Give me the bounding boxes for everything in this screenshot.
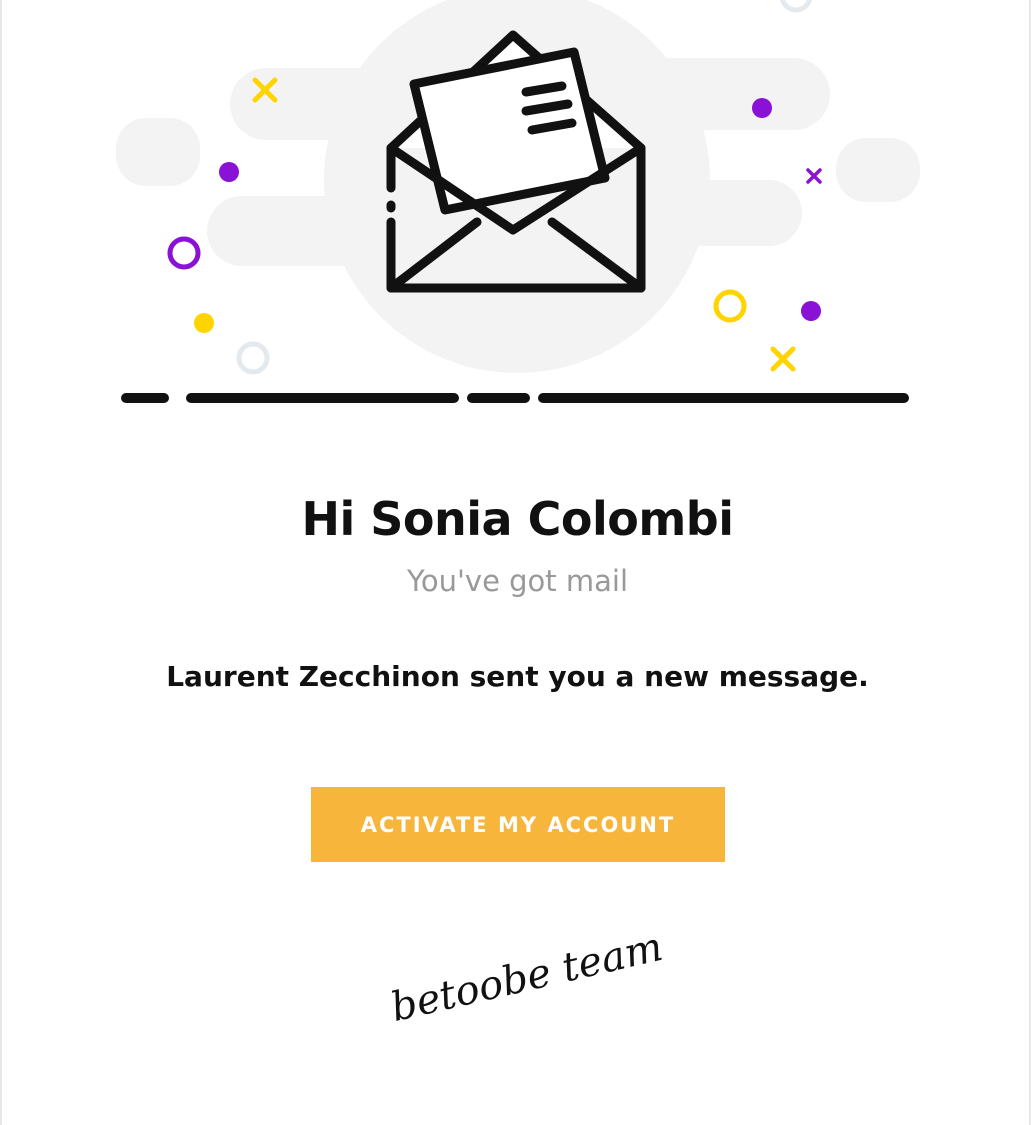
cross-icon (770, 346, 796, 372)
ring-icon (779, 0, 813, 13)
hero-illustration (2, 0, 1031, 420)
ring-icon (167, 236, 201, 270)
cross-icon (806, 168, 822, 184)
envelope-illustration (116, 0, 920, 403)
email-card: Hi Sonia Colombi You've got mail Laurent… (0, 0, 1031, 1125)
message-notice: Laurent Zecchinon sent you a new message… (166, 660, 869, 693)
subtitle: You've got mail (406, 564, 629, 598)
dot-icon (801, 301, 821, 321)
dot-icon (219, 162, 239, 182)
ring-icon (236, 341, 270, 375)
dot-icon (194, 313, 214, 333)
ring-icon (713, 289, 747, 323)
dot-icon (752, 98, 772, 118)
greeting-heading: Hi Sonia Colombi (301, 492, 734, 546)
activate-account-button[interactable]: ACTIVATE MY ACCOUNT (311, 787, 725, 862)
team-signature: betoobe team (386, 923, 667, 1031)
